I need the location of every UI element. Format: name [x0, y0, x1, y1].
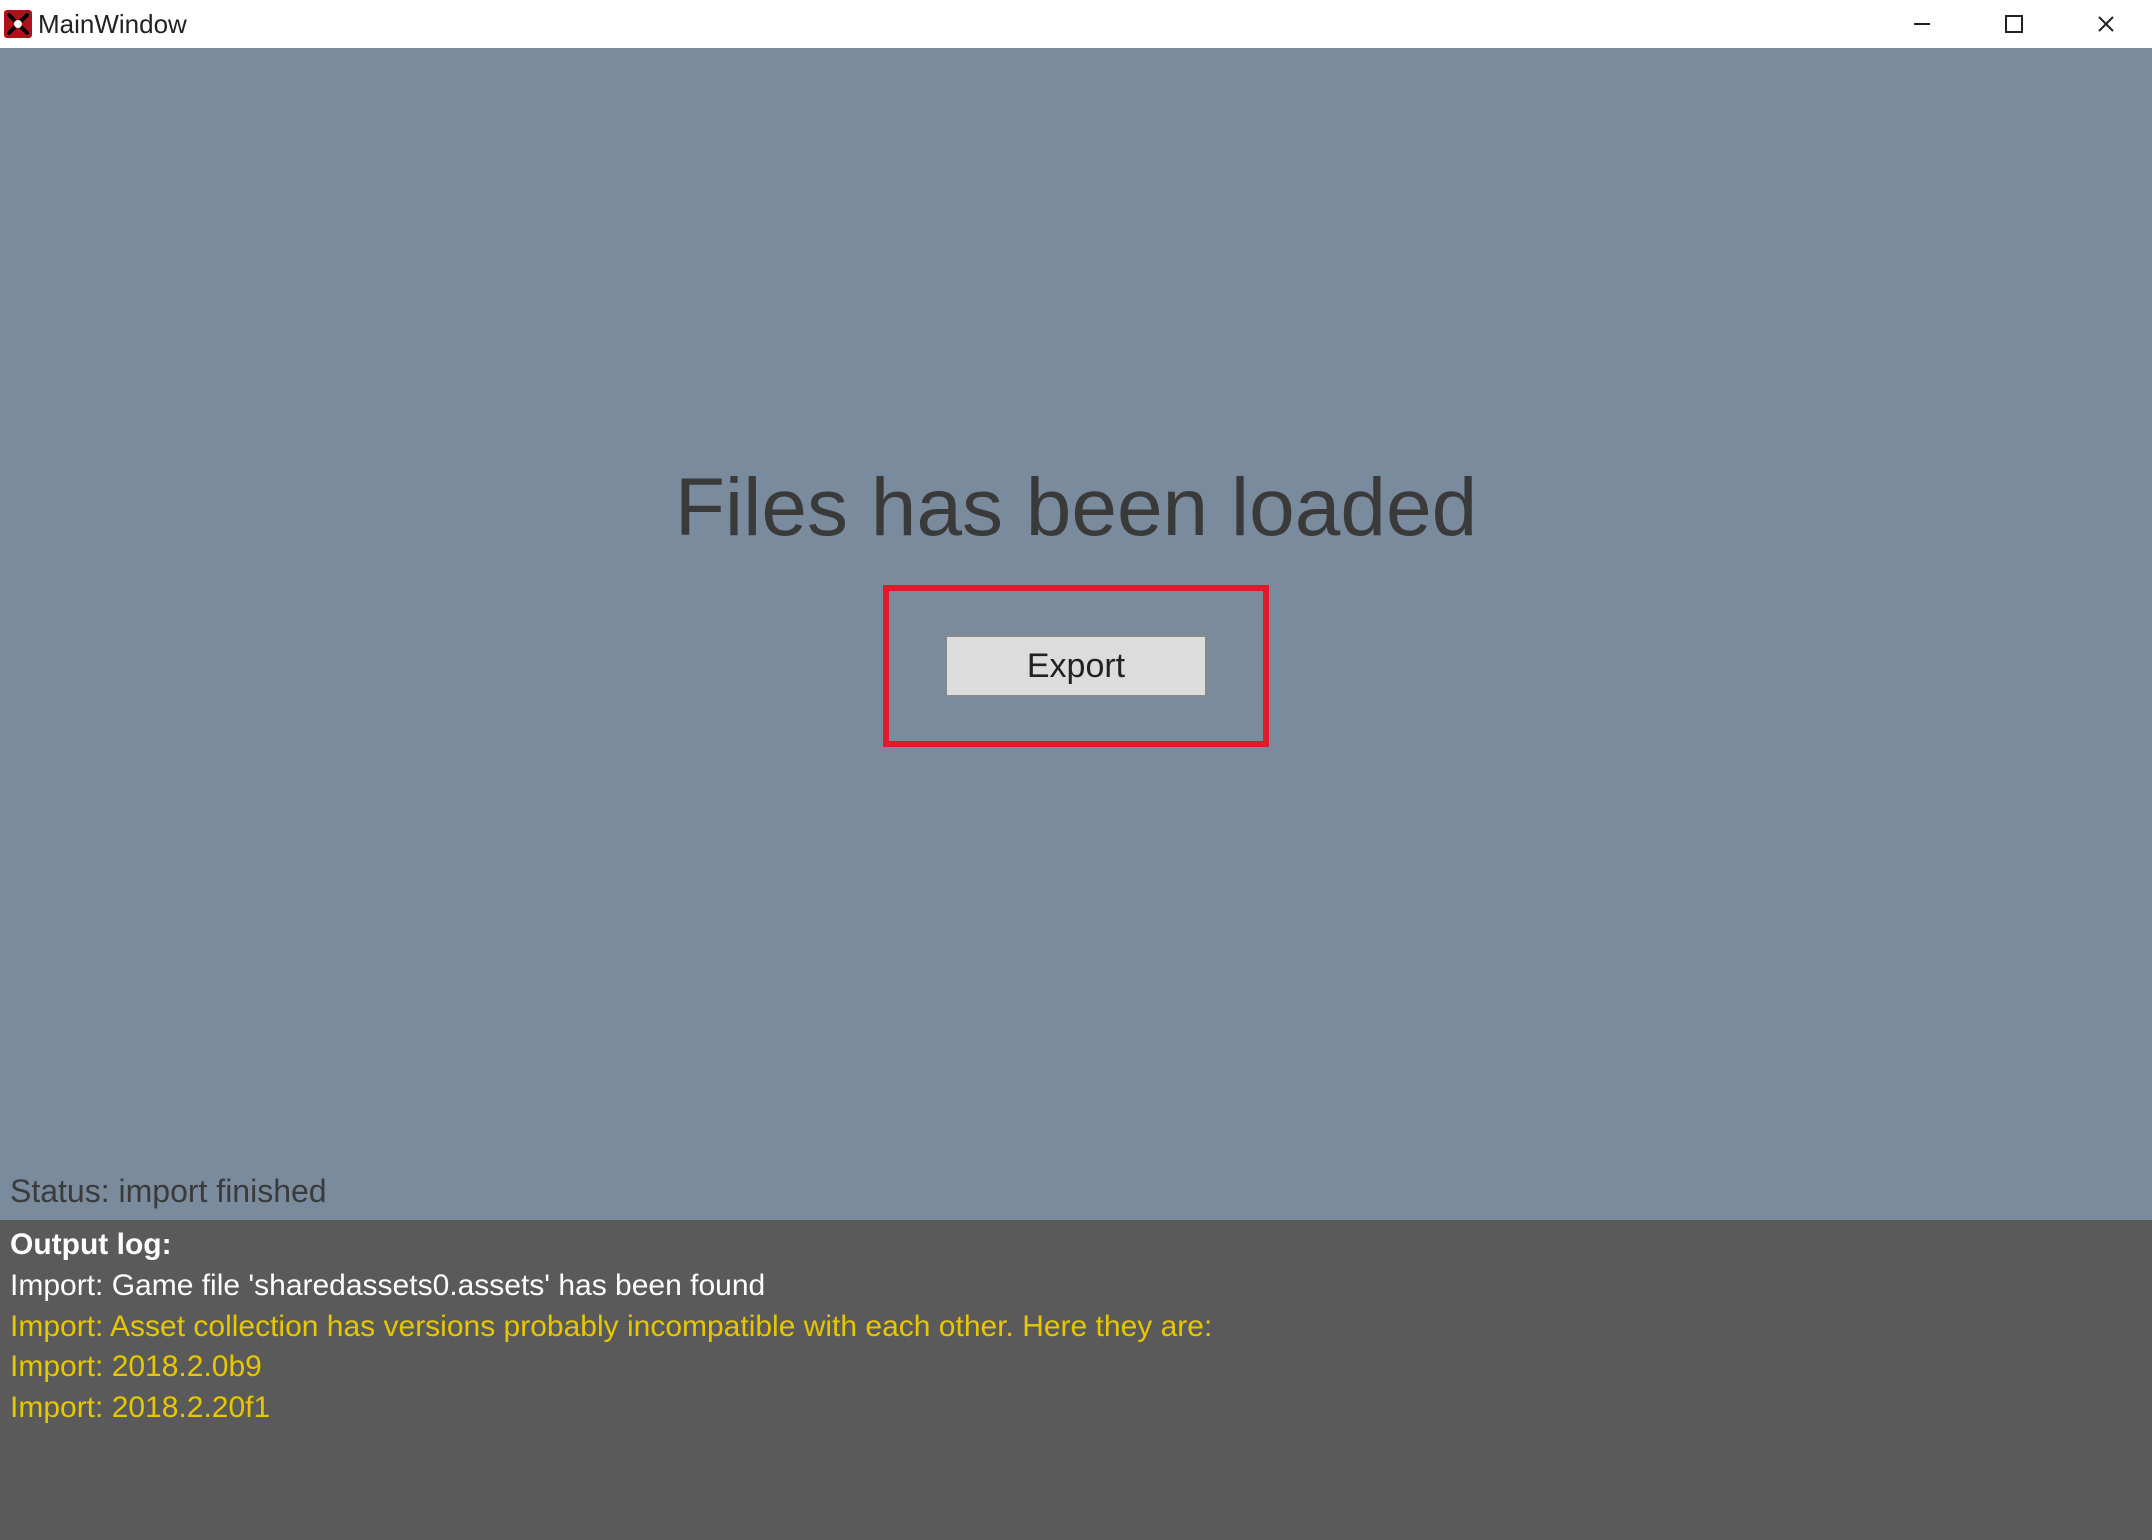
log-line: Import: Game file 'sharedassets0.assets'…: [10, 1266, 2142, 1307]
export-button[interactable]: Export: [945, 635, 1207, 697]
log-line: Import: 2018.2.20f1: [10, 1388, 2142, 1429]
output-log: Output log: Import: Game file 'sharedass…: [0, 1220, 2152, 1540]
maximize-button[interactable]: [1968, 0, 2060, 48]
export-highlight-box: Export: [883, 585, 1269, 747]
log-line: Import: 2018.2.0b9: [10, 1347, 2142, 1388]
client-area: Files has been loaded Export Status: imp…: [0, 48, 2152, 1540]
output-log-header: Output log:: [10, 1228, 2142, 1262]
window-controls: [1876, 0, 2152, 48]
center-area: Files has been loaded Export Status: imp…: [0, 48, 2152, 1220]
minimize-button[interactable]: [1876, 0, 1968, 48]
close-button[interactable]: [2060, 0, 2152, 48]
app-icon: [4, 10, 32, 38]
loaded-message: Files has been loaded: [675, 461, 1477, 555]
log-line: Import: Asset collection has versions pr…: [10, 1307, 2142, 1348]
status-text: Status: import finished: [10, 1173, 327, 1210]
titlebar: MainWindow: [0, 0, 2152, 48]
window-title: MainWindow: [38, 9, 187, 40]
